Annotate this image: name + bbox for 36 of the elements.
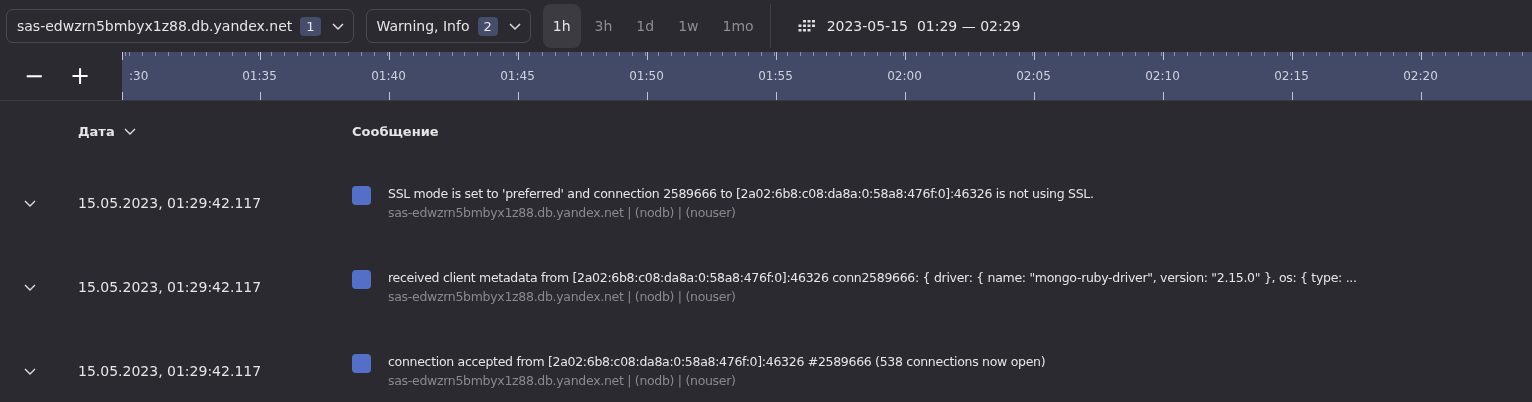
date-range-button[interactable]: 2023-05-15 01:29 — 02:29 xyxy=(786,18,1021,34)
time-label: 02:15 xyxy=(1274,69,1309,83)
period-tab[interactable]: 1h xyxy=(542,4,581,48)
time-label: 01:40 xyxy=(371,69,406,83)
column-header[interactable]: Дата xyxy=(78,123,115,139)
time-label: 01:50 xyxy=(629,69,664,83)
calendar-grid-icon xyxy=(796,19,817,33)
time-label: 02:10 xyxy=(1145,69,1180,83)
log-message: connection accepted from [2a02:6b8:c08:da8a:0:58a8:476f:0]:46326 #2589666 (538 connections now open) xyxy=(388,354,1046,369)
date-cell: 15.05.2023, 01:29:42.117 xyxy=(78,363,262,379)
count-badge: 1 xyxy=(300,16,321,36)
log-message: SSL mode is set to 'preferred' and connection 2589666 to [2a02:6b8:c08:da8a:0:58a8:476f:0]:46326 is not using SSL. xyxy=(388,186,1094,201)
period-tab[interactable]: 1mo xyxy=(712,4,764,48)
log-source: sas-edwzrn5bmbyx1z88.db.yandex.net | (nodb) | (nouser) xyxy=(388,205,737,220)
log-message: received client metadata from [2a02:6b8:c08:da8a:0:58a8:476f:0]:46326 conn2589666: { driver: { name: "mongo-ruby-driver", version: "2.15.0" }, os: { type: ... xyxy=(388,270,1357,285)
time-label: 01:35 xyxy=(242,69,277,83)
time-label: 01:45 xyxy=(500,69,535,83)
time-label: 01:55 xyxy=(758,69,793,83)
time-label: 02:00 xyxy=(887,69,922,83)
host-select[interactable]: sas-edwzrn5bmbyx1z88.db.yandex.net 1 xyxy=(6,9,354,43)
count-badge: 2 xyxy=(477,16,498,36)
date-cell: 15.05.2023, 01:29:42.117 xyxy=(78,195,262,211)
log-source: sas-edwzrn5bmbyx1z88.db.yandex.net | (nodb) | (nouser) xyxy=(388,289,737,304)
period-tab[interactable]: 1w xyxy=(668,4,709,48)
timeline[interactable]: :30 01:35 01:40 01:45 01:50 01:55 02:00 02:05 02:10 02:15 02:20 xyxy=(122,52,1532,100)
period-tab[interactable]: 1d xyxy=(626,4,665,48)
period-tab[interactable]: 3h xyxy=(584,4,623,48)
date-cell: 15.05.2023, 01:29:42.117 xyxy=(78,279,262,295)
time-label: 02:20 xyxy=(1403,69,1438,83)
time-label: 02:05 xyxy=(1016,69,1051,83)
log-source: sas-edwzrn5bmbyx1z88.db.yandex.net | (nodb) | (nouser) xyxy=(388,373,737,388)
zoom-out-button[interactable]: − xyxy=(21,62,47,90)
zoom-in-button[interactable]: + xyxy=(67,62,93,90)
level-select[interactable]: Warning, Info 2 xyxy=(365,9,531,43)
time-label: :30 xyxy=(129,69,149,83)
column-header: Сообщение xyxy=(352,123,439,139)
